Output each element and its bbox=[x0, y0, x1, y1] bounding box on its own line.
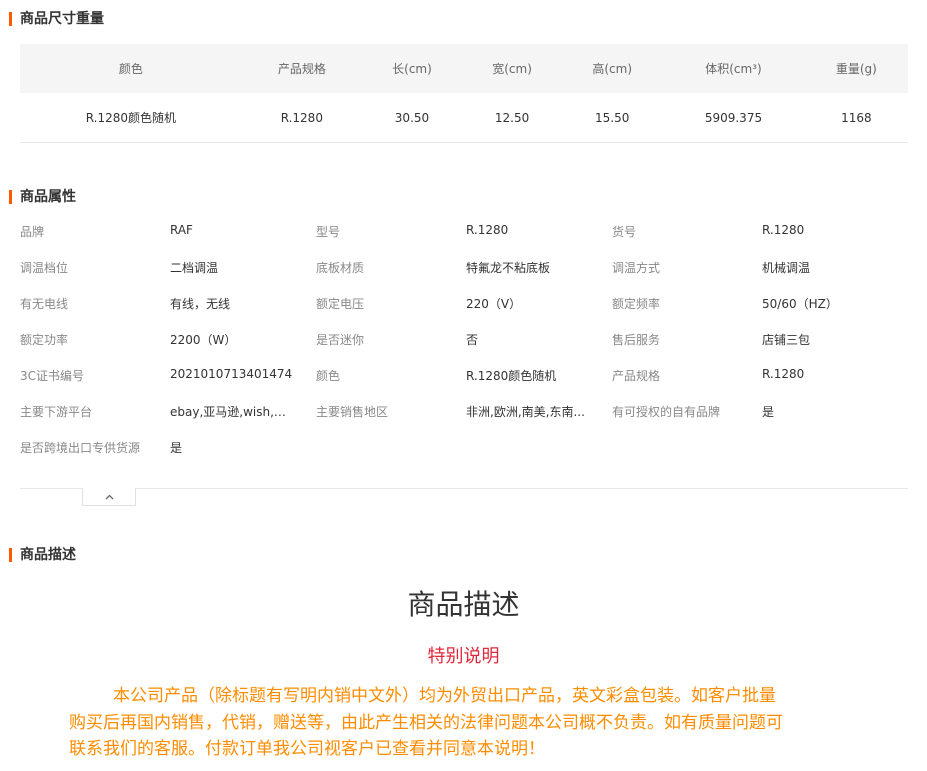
desc-section-title: 商品描述 bbox=[9, 547, 76, 563]
header-length: 长(cm) bbox=[361, 44, 463, 93]
attr-row: 有无电线 有线，无线 额定电压 220（V） 额定频率 50/60（HZ） bbox=[20, 285, 908, 321]
attr-row: 是否跨境出口专供货源 是 bbox=[20, 429, 908, 465]
description-body: 本公司产品（除标题有写明内销中文外）均为外贸出口产品，英文彩盒包装。如客户批量 … bbox=[69, 683, 869, 763]
attr-item: 品牌 RAF bbox=[20, 223, 316, 240]
cell-volume: 5909.375 bbox=[662, 93, 805, 143]
attr-item: 额定功率 2200（W） bbox=[20, 331, 316, 348]
attr-label: 主要销售地区 bbox=[316, 404, 389, 419]
attr-label: 颜色 bbox=[316, 368, 341, 383]
attr-item: 额定电压 220（V） bbox=[316, 295, 612, 312]
size-weight-table: 颜色 产品规格 长(cm) 宽(cm) 高(cm) 体积(cm³) 重量(g) … bbox=[20, 44, 908, 143]
attr-row: 品牌 RAF 型号 R.1280 货号 R.1280 bbox=[20, 213, 908, 249]
attr-divider bbox=[20, 488, 908, 489]
attribute-grid: 品牌 RAF 型号 R.1280 货号 R.1280 调温档位 二档调温 底板材质 特氟龙… bbox=[20, 213, 908, 465]
collapse-attributes-button[interactable] bbox=[82, 488, 136, 506]
attr-label: 调温方式 bbox=[612, 260, 661, 275]
attr-item: 型号 R.1280 bbox=[316, 223, 612, 240]
attr-item: 有可授权的自有品牌 是 bbox=[612, 403, 908, 420]
header-width: 宽(cm) bbox=[462, 44, 563, 93]
cell-color: R.1280颜色随机 bbox=[20, 93, 242, 143]
attr-label: 额定功率 bbox=[20, 332, 69, 347]
attr-label: 主要下游平台 bbox=[20, 404, 93, 419]
attr-value: 机械调温 bbox=[762, 260, 811, 275]
attr-value: 店铺三包 bbox=[762, 332, 811, 347]
attr-label: 底板材质 bbox=[316, 260, 365, 275]
attr-item: 底板材质 特氟龙不粘底板 bbox=[316, 259, 612, 276]
size-table-header-row: 颜色 产品规格 长(cm) 宽(cm) 高(cm) 体积(cm³) 重量(g) bbox=[20, 44, 908, 93]
attr-item: 额定频率 50/60（HZ） bbox=[612, 295, 908, 312]
attr-label: 有可授权的自有品牌 bbox=[612, 404, 721, 419]
chevron-up-icon bbox=[105, 494, 114, 500]
header-height: 高(cm) bbox=[562, 44, 663, 93]
header-spec: 产品规格 bbox=[241, 44, 362, 93]
attr-value: R.1280颜色随机 bbox=[466, 368, 557, 383]
attr-item: 是否跨境出口专供货源 是 bbox=[20, 439, 316, 456]
attr-row: 调温档位 二档调温 底板材质 特氟龙不粘底板 调温方式 机械调温 bbox=[20, 249, 908, 285]
description-line: 本公司产品（除标题有写明内销中文外）均为外贸出口产品，英文彩盒包装。如客户批量 bbox=[113, 686, 776, 706]
cell-weight: 1168 bbox=[804, 93, 908, 143]
attr-value: RAF bbox=[170, 222, 193, 237]
attr-label: 品牌 bbox=[20, 224, 45, 239]
attr-label: 调温档位 bbox=[20, 260, 69, 275]
attr-item: 产品规格 R.1280 bbox=[612, 367, 908, 384]
attr-row: 3C证书编号 2021010713401474 颜色 R.1280颜色随机 产品规格… bbox=[20, 357, 908, 393]
header-color: 颜色 bbox=[20, 44, 242, 93]
attr-value: 是 bbox=[762, 404, 775, 419]
description-line: 联系我们的客服。付款订单我公司视客户已查看并同意本说明！ bbox=[69, 739, 545, 759]
description-heading: 商品描述 bbox=[407, 588, 520, 621]
attr-value: 2200（W） bbox=[170, 332, 237, 347]
attr-item: 主要下游平台 ebay,亚马逊,wish,速... bbox=[20, 403, 316, 420]
attr-value: 否 bbox=[466, 332, 479, 347]
attr-item: 调温档位 二档调温 bbox=[20, 259, 316, 276]
description-subheading: 特别说明 bbox=[427, 646, 500, 667]
attr-item: 颜色 R.1280颜色随机 bbox=[316, 367, 612, 384]
attr-item: 货号 R.1280 bbox=[612, 223, 908, 240]
attr-item: 3C证书编号 2021010713401474 bbox=[20, 367, 316, 384]
attr-value: 非洲,欧洲,南美,东南... bbox=[466, 404, 585, 419]
header-weight: 重量(g) bbox=[804, 44, 908, 93]
attr-value: ebay,亚马逊,wish,速... bbox=[170, 404, 295, 419]
description-line: 购买后再国内销售，代销，赠送等，由此产生相关的法律问题本公司概不负责。如有质量问… bbox=[69, 712, 783, 733]
attr-value: 2021010713401474 bbox=[170, 366, 293, 381]
attr-label: 售后服务 bbox=[612, 332, 661, 347]
attr-value: R.1280 bbox=[762, 222, 805, 237]
attr-item: 售后服务 店铺三包 bbox=[612, 331, 908, 348]
attr-row: 主要下游平台 ebay,亚马逊,wish,速... 主要销售地区 非洲,欧洲,南美,… bbox=[20, 393, 908, 429]
attr-label: 是否迷你 bbox=[316, 332, 365, 347]
size-section-title: 商品尺寸重量 bbox=[9, 11, 104, 27]
attr-label: 货号 bbox=[612, 224, 637, 239]
attr-item: 调温方式 机械调温 bbox=[612, 259, 908, 276]
header-volume: 体积(cm³) bbox=[662, 44, 805, 93]
attr-value: 是 bbox=[170, 440, 183, 455]
attr-label: 额定频率 bbox=[612, 296, 661, 311]
attr-value: 特氟龙不粘底板 bbox=[466, 260, 551, 275]
attr-label: 产品规格 bbox=[612, 368, 661, 383]
attr-label: 有无电线 bbox=[20, 296, 69, 311]
attr-value: 50/60（HZ） bbox=[762, 296, 838, 311]
attr-value: 二档调温 bbox=[170, 260, 219, 275]
attr-value: R.1280 bbox=[466, 222, 509, 237]
cell-length: 30.50 bbox=[361, 93, 463, 143]
attr-item: 主要销售地区 非洲,欧洲,南美,东南... bbox=[316, 403, 612, 420]
attr-label: 是否跨境出口专供货源 bbox=[20, 440, 141, 455]
attr-label: 额定电压 bbox=[316, 296, 365, 311]
cell-spec: R.1280 bbox=[241, 93, 362, 143]
attr-item: 有无电线 有线，无线 bbox=[20, 295, 316, 312]
table-row: R.1280颜色随机 R.1280 30.50 12.50 15.50 5909… bbox=[20, 93, 908, 143]
attr-value: 有线，无线 bbox=[170, 296, 231, 311]
cell-width: 12.50 bbox=[462, 93, 563, 143]
attr-value: R.1280 bbox=[762, 366, 805, 381]
attr-row: 额定功率 2200（W） 是否迷你 否 售后服务 店铺三包 bbox=[20, 321, 908, 357]
attr-item: 是否迷你 否 bbox=[316, 331, 612, 348]
cell-height: 15.50 bbox=[562, 93, 663, 143]
attr-label: 型号 bbox=[316, 224, 341, 239]
attr-value: 220（V） bbox=[466, 296, 522, 311]
attr-label: 3C证书编号 bbox=[20, 368, 85, 383]
attr-section-title: 商品属性 bbox=[9, 189, 76, 205]
